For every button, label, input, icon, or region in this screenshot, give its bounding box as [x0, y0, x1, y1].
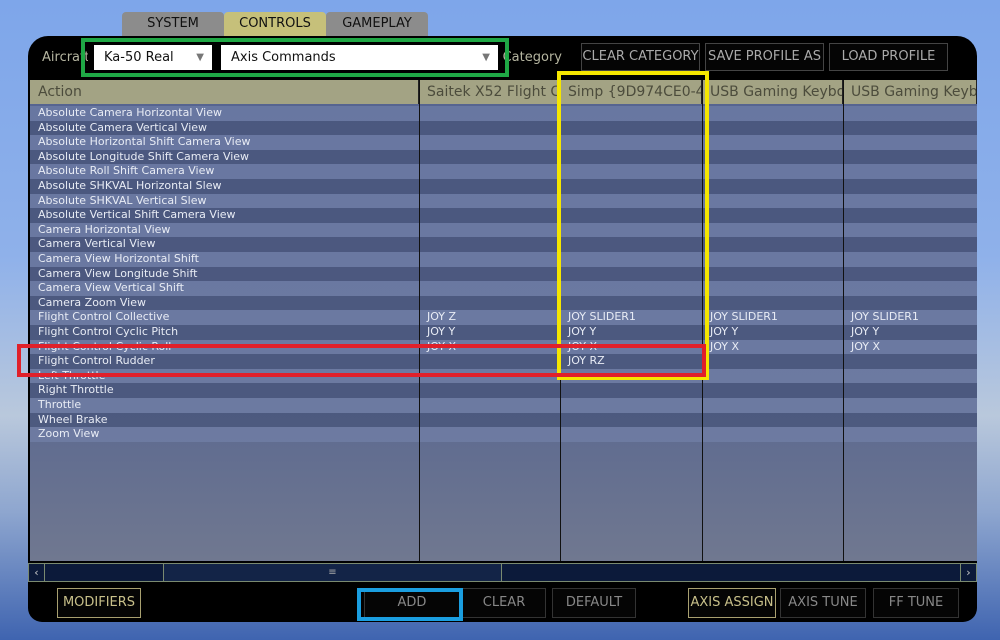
action-name: Camera View Vertical Shift [38, 281, 184, 295]
action-name: Flight Control Cyclic Roll [38, 339, 172, 353]
clear-category-button[interactable]: CLEAR CATEGORY [581, 43, 700, 71]
clear-button[interactable]: CLEAR [462, 588, 546, 618]
binding-cell[interactable]: JOY RZ [560, 354, 605, 369]
action-name: Camera Zoom View [38, 295, 146, 309]
binding-cell[interactable]: JOY X [843, 340, 880, 355]
action-name: Absolute Roll Shift Camera View [38, 164, 215, 178]
binding-cell[interactable]: JOY Y [843, 325, 879, 340]
column-divider [560, 80, 561, 561]
column-header[interactable]: USB Gaming Keybo [702, 80, 843, 104]
scroll-left-icon[interactable]: ‹ [29, 564, 45, 581]
action-name: Camera Vertical View [38, 237, 156, 251]
column-header[interactable]: Simp {9D974CE0-4 [560, 80, 702, 104]
action-name: Right Throttle [38, 383, 114, 397]
table-row[interactable]: Absolute SHKVAL Vertical Slew [30, 193, 977, 209]
tab-gameplay[interactable]: GAMEPLAY [326, 12, 428, 36]
action-name: Camera View Horizontal Shift [38, 252, 199, 265]
table-row[interactable]: Absolute SHKVAL Horizontal Slew [30, 179, 977, 194]
table-row[interactable]: Flight Control Cyclic Pitch JOY Y JOY Y JOY… [30, 325, 977, 340]
column-divider [702, 80, 703, 561]
binding-cell[interactable]: JOY X [702, 340, 739, 355]
table-row[interactable]: Absolute Camera Horizontal View [30, 106, 977, 121]
table-row[interactable]: Flight Control Rudder JOY RZ [30, 354, 977, 369]
action-name: Camera Horizontal View [38, 222, 171, 236]
table-row[interactable]: Camera Zoom View [30, 295, 977, 311]
table-row[interactable]: Flight Control Cyclic Roll JOY X JOY X JOY … [30, 339, 977, 355]
binding-cell[interactable]: JOY X [560, 340, 597, 355]
scroll-thumb[interactable]: ≡ [163, 564, 502, 581]
add-button[interactable]: ADD [364, 588, 460, 618]
table-row[interactable]: Camera View Vertical Shift [30, 281, 977, 296]
chevron-down-icon: ▼ [196, 52, 204, 63]
action-name: Absolute SHKVAL Horizontal Slew [38, 179, 222, 192]
binding-cell[interactable]: JOY Y [419, 325, 455, 340]
column-header[interactable]: Saitek X52 Flight C [419, 80, 560, 104]
action-name: Absolute Longitude Shift Camera View [38, 149, 250, 163]
bindings-grid: Action Saitek X52 Flight C Simp {9D974CE0-… [30, 80, 977, 561]
binding-cell[interactable]: JOY SLIDER1 [843, 310, 919, 325]
action-name: Flight Control Collective [38, 310, 170, 324]
table-row[interactable]: Absolute Vertical Shift Camera View [30, 208, 977, 223]
aircraft-value: Ka-50 Real [104, 50, 174, 65]
column-header[interactable]: Action [30, 80, 419, 104]
category-value: Axis Commands [231, 50, 336, 65]
action-name: Flight Control Rudder [38, 354, 155, 368]
aircraft-label: Aircraft [42, 50, 88, 65]
table-row[interactable]: Right Throttle [30, 383, 977, 398]
table-row[interactable]: Camera Horizontal View [30, 222, 977, 238]
table-row[interactable]: Camera Vertical View [30, 237, 977, 252]
load-profile-button[interactable]: LOAD PROFILE [829, 43, 948, 71]
binding-cell[interactable]: JOY Z [419, 310, 456, 325]
table-row[interactable]: Absolute Roll Shift Camera View [30, 164, 977, 179]
horizontal-scrollbar[interactable]: ‹ ≡ › [28, 563, 977, 582]
binding-cell[interactable]: JOY Y [702, 325, 738, 340]
binding-cell[interactable]: JOY SLIDER1 [702, 310, 778, 325]
aircraft-dropdown[interactable]: Ka-50 Real ▼ [94, 45, 212, 70]
table-row[interactable]: Absolute Camera Vertical View [30, 120, 977, 136]
action-name: Camera View Longitude Shift [38, 266, 198, 280]
chevron-down-icon: ▼ [482, 52, 490, 63]
table-row[interactable]: Absolute Horizontal Shift Camera View [30, 135, 977, 150]
action-name: Absolute SHKVAL Vertical Slew [38, 193, 207, 207]
action-name: Zoom View [38, 427, 100, 441]
table-row[interactable]: Flight Control Collective JOY Z JOY SLIDER… [30, 310, 977, 325]
table-row[interactable]: Wheel Brake [30, 412, 977, 428]
category-label: Category [502, 50, 562, 65]
modifiers-button[interactable]: MODIFIERS [57, 588, 141, 618]
table-row[interactable]: Camera View Longitude Shift [30, 266, 977, 282]
ff-tune-button[interactable]: FF TUNE [873, 588, 959, 618]
binding-cell[interactable]: JOY X [419, 340, 456, 355]
binding-cell[interactable]: JOY SLIDER1 [560, 310, 636, 325]
action-name: Flight Control Cyclic Pitch [38, 325, 179, 338]
action-name: Left Throttle [38, 368, 106, 382]
axis-assign-button[interactable]: AXIS ASSIGN [688, 588, 776, 618]
action-name: Absolute Horizontal Shift Camera View [38, 135, 251, 149]
default-button[interactable]: DEFAULT [552, 588, 636, 618]
save-profile-as-button[interactable]: SAVE PROFILE AS [705, 43, 824, 71]
scroll-right-icon[interactable]: › [960, 564, 976, 581]
table-row[interactable]: Throttle [30, 398, 977, 413]
action-name: Wheel Brake [38, 412, 108, 426]
column-header[interactable]: USB Gaming Keyb [843, 80, 977, 104]
action-name: Absolute Camera Vertical View [38, 120, 208, 134]
tab-controls[interactable]: CONTROLS [224, 12, 326, 36]
table-row[interactable]: Zoom View [30, 427, 977, 442]
action-name: Absolute Camera Horizontal View [38, 106, 223, 119]
binding-cell[interactable]: JOY Y [560, 325, 596, 340]
axis-tune-button[interactable]: AXIS TUNE [780, 588, 866, 618]
table-row[interactable]: Left Throttle [30, 368, 977, 384]
column-divider [419, 80, 420, 561]
table-row[interactable]: Absolute Longitude Shift Camera View [30, 149, 977, 165]
action-name: Absolute Vertical Shift Camera View [38, 208, 236, 222]
action-name: Throttle [38, 398, 82, 411]
category-dropdown[interactable]: Axis Commands ▼ [221, 45, 498, 70]
table-row[interactable]: Camera View Horizontal Shift [30, 252, 977, 267]
tab-system[interactable]: SYSTEM [122, 12, 224, 36]
column-divider [843, 80, 844, 561]
